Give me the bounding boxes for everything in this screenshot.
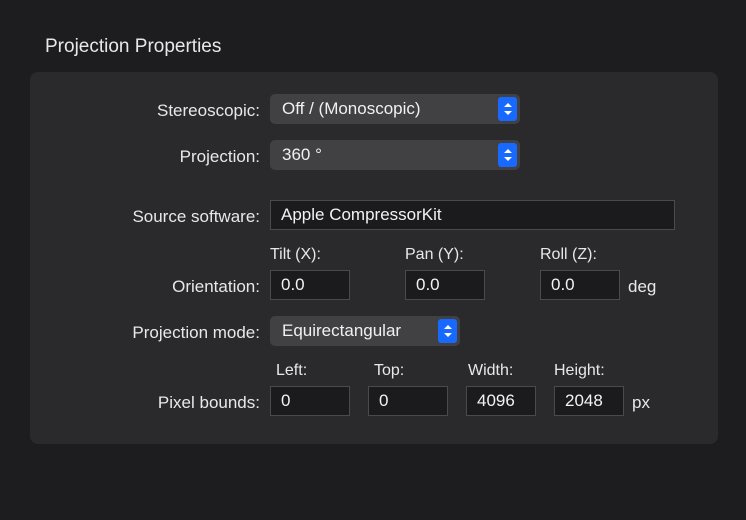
label-projection-mode: Projection mode:: [50, 323, 270, 346]
label-left: Left:: [270, 362, 350, 380]
col-roll: Roll (Z):: [540, 246, 620, 300]
input-source-software[interactable]: [270, 200, 675, 230]
select-projection-mode[interactable]: Equirectangular: [270, 316, 460, 346]
col-height: Height:: [554, 362, 624, 416]
col-left: Left:: [270, 362, 350, 416]
row-source-software: Source software:: [50, 200, 692, 230]
label-orientation: Orientation:: [50, 277, 270, 300]
select-projection-value: 360 °: [282, 145, 322, 165]
updown-icon: [498, 143, 517, 167]
row-orientation: Orientation: Tilt (X): Pan (Y): Roll (Z)…: [50, 246, 692, 300]
col-tilt: Tilt (X):: [270, 246, 350, 300]
select-projection[interactable]: 360 °: [270, 140, 520, 170]
row-stereoscopic: Stereoscopic: Off / (Monoscopic): [50, 94, 692, 124]
input-top[interactable]: [368, 386, 448, 416]
panel-title: Projection Properties: [0, 0, 746, 72]
label-roll: Roll (Z):: [540, 246, 620, 264]
orientation-group: Tilt (X): Pan (Y): Roll (Z):: [270, 246, 620, 300]
label-width: Width:: [466, 362, 536, 380]
row-projection-mode: Projection mode: Equirectangular: [50, 316, 692, 346]
col-top: Top:: [368, 362, 448, 416]
input-left[interactable]: [270, 386, 350, 416]
updown-icon: [498, 97, 517, 121]
label-tilt: Tilt (X):: [270, 246, 350, 264]
unit-px: px: [632, 393, 650, 416]
col-pan: Pan (Y):: [405, 246, 485, 300]
label-pixel-bounds: Pixel bounds:: [50, 393, 270, 416]
input-tilt[interactable]: [270, 270, 350, 300]
projection-properties-panel: Stereoscopic: Off / (Monoscopic) Project…: [30, 72, 718, 444]
label-top: Top:: [368, 362, 448, 380]
label-projection: Projection:: [50, 147, 270, 170]
label-stereoscopic: Stereoscopic:: [50, 101, 270, 124]
row-projection: Projection: 360 °: [50, 140, 692, 170]
unit-deg: deg: [628, 277, 656, 300]
select-stereoscopic[interactable]: Off / (Monoscopic): [270, 94, 520, 124]
label-source-software: Source software:: [50, 207, 270, 230]
pixel-bounds-group: Left: Top: Width: Height:: [270, 362, 624, 416]
row-pixel-bounds: Pixel bounds: Left: Top: Width: Height: …: [50, 362, 692, 416]
label-height: Height:: [554, 362, 624, 380]
input-roll[interactable]: [540, 270, 620, 300]
input-pan[interactable]: [405, 270, 485, 300]
select-stereoscopic-value: Off / (Monoscopic): [282, 99, 421, 119]
select-projection-mode-value: Equirectangular: [282, 321, 401, 341]
input-width[interactable]: [466, 386, 536, 416]
updown-icon: [438, 319, 457, 343]
label-pan: Pan (Y):: [405, 246, 485, 264]
col-width: Width:: [466, 362, 536, 416]
input-height[interactable]: [554, 386, 624, 416]
